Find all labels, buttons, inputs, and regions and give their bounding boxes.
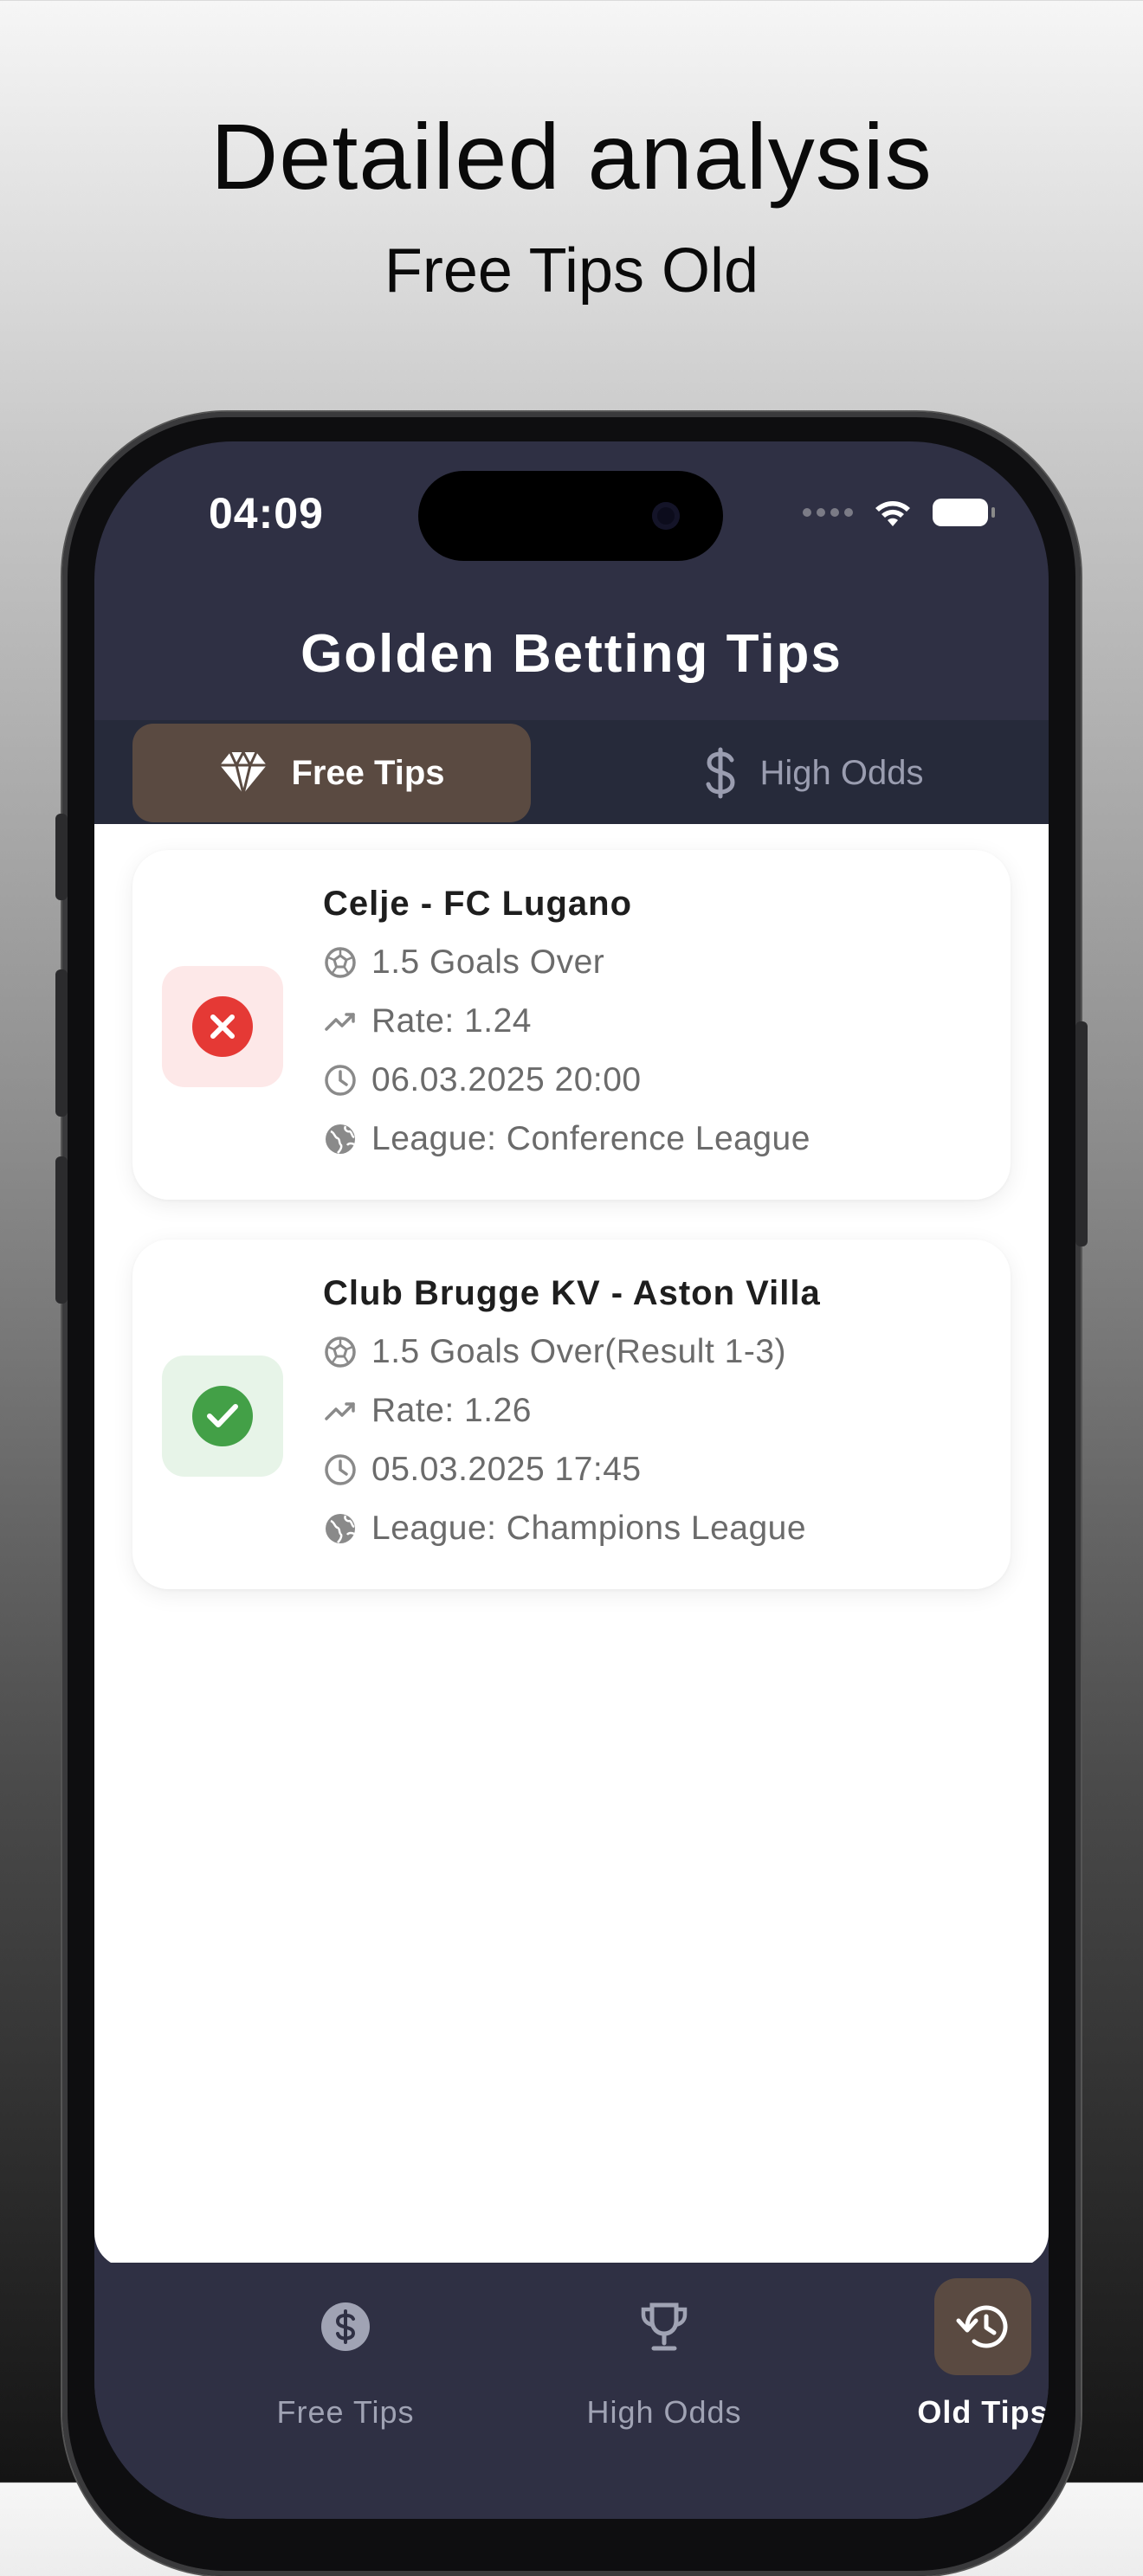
- nav-free-tips[interactable]: Free Tips: [216, 2263, 475, 2436]
- close-icon: [210, 1014, 235, 1039]
- clock-icon: [325, 1454, 356, 1485]
- signal-dots-icon: [803, 508, 853, 517]
- trophy-icon: [641, 2302, 688, 2351]
- prediction-row: 1.5 Goals Over(Result 1-3): [323, 1333, 786, 1371]
- nav-old-tips[interactable]: Old Tips: [853, 2263, 1049, 2436]
- result-badge-lost: [162, 966, 283, 1087]
- trending-up-icon: [325, 1013, 355, 1031]
- battery-icon: [933, 499, 995, 526]
- league-row: League: Champions League: [323, 1510, 806, 1548]
- diamond-icon: [220, 750, 268, 795]
- tips-list: Celje - FC Lugano 1.5 Goals Over Rate: 1…: [94, 824, 1049, 2268]
- rate-row: Rate: 1.26: [323, 1392, 532, 1430]
- match-title: Celje - FC Lugano: [323, 885, 632, 923]
- soccer-ball-icon: [325, 1336, 356, 1368]
- prediction-text: 1.5 Goals Over: [371, 943, 605, 981]
- trending-up-icon: [325, 1402, 355, 1420]
- tab-free-tips-label: Free Tips: [291, 753, 445, 792]
- phone-volume-up-button: [55, 969, 68, 1117]
- status-bar: 04:09: [94, 441, 1049, 563]
- prediction-text: 1.5 Goals Over(Result 1-3): [371, 1333, 787, 1370]
- globe-icon: [326, 1124, 355, 1154]
- datetime-row: 06.03.2025 20:00: [323, 1061, 642, 1099]
- nav-old-tips-label: Old Tips: [917, 2394, 1049, 2430]
- phone-volume-down-button: [55, 1156, 68, 1304]
- clock-icon: [325, 1065, 356, 1096]
- tip-card[interactable]: Club Brugge KV - Aston Villa 1.5 Goals O…: [132, 1240, 1011, 1589]
- match-title: Club Brugge KV - Aston Villa: [323, 1274, 821, 1312]
- phone-power-button: [1075, 1021, 1088, 1246]
- rate-row: Rate: 1.24: [323, 1002, 532, 1040]
- status-icons: [803, 495, 995, 530]
- wifi-icon: [875, 501, 910, 526]
- phone-action-button: [55, 814, 68, 900]
- dollar-circle-icon: [321, 2302, 370, 2351]
- camera-icon: [652, 502, 680, 530]
- datetime-text: 05.03.2025 17:45: [371, 1451, 642, 1488]
- nav-high-odds[interactable]: High Odds: [534, 2263, 794, 2436]
- league-row: League: Conference League: [323, 1120, 810, 1158]
- soccer-ball-icon: [325, 947, 356, 978]
- league-text: League: Conference League: [371, 1120, 810, 1157]
- bottom-nav: Free Tips High Odds Old Tips: [94, 2263, 1049, 2519]
- prediction-row: 1.5 Goals Over: [323, 943, 604, 982]
- phone-screen: 04:09 Golden Betting Tips Free Tips High…: [94, 441, 1049, 2519]
- status-time: 04:09: [209, 489, 324, 538]
- tab-high-odds-label: High Odds: [759, 753, 924, 792]
- promo-title: Detailed analysis: [210, 104, 933, 209]
- rate-text: Rate: 1.24: [371, 1002, 532, 1040]
- tab-high-odds[interactable]: High Odds: [614, 724, 1012, 822]
- globe-icon: [326, 1514, 355, 1543]
- tip-card[interactable]: Celje - FC Lugano 1.5 Goals Over Rate: 1…: [132, 850, 1011, 1200]
- history-icon: [956, 2305, 1008, 2348]
- datetime-row: 05.03.2025 17:45: [323, 1451, 642, 1489]
- promo-subtitle: Free Tips Old: [384, 236, 759, 306]
- check-icon: [207, 1404, 238, 1427]
- app-title: Golden Betting Tips: [300, 624, 843, 684]
- nav-free-tips-label: Free Tips: [276, 2394, 415, 2430]
- result-badge-won: [162, 1356, 283, 1477]
- rate-text: Rate: 1.26: [371, 1392, 532, 1429]
- dollar-icon: [706, 747, 735, 799]
- top-tab-bar: Free Tips High Odds: [94, 720, 1049, 826]
- tab-free-tips[interactable]: Free Tips: [132, 724, 531, 822]
- league-text: League: Champions League: [371, 1510, 807, 1547]
- nav-high-odds-label: High Odds: [586, 2394, 742, 2430]
- datetime-text: 06.03.2025 20:00: [371, 1061, 642, 1098]
- dynamic-island: [418, 471, 723, 561]
